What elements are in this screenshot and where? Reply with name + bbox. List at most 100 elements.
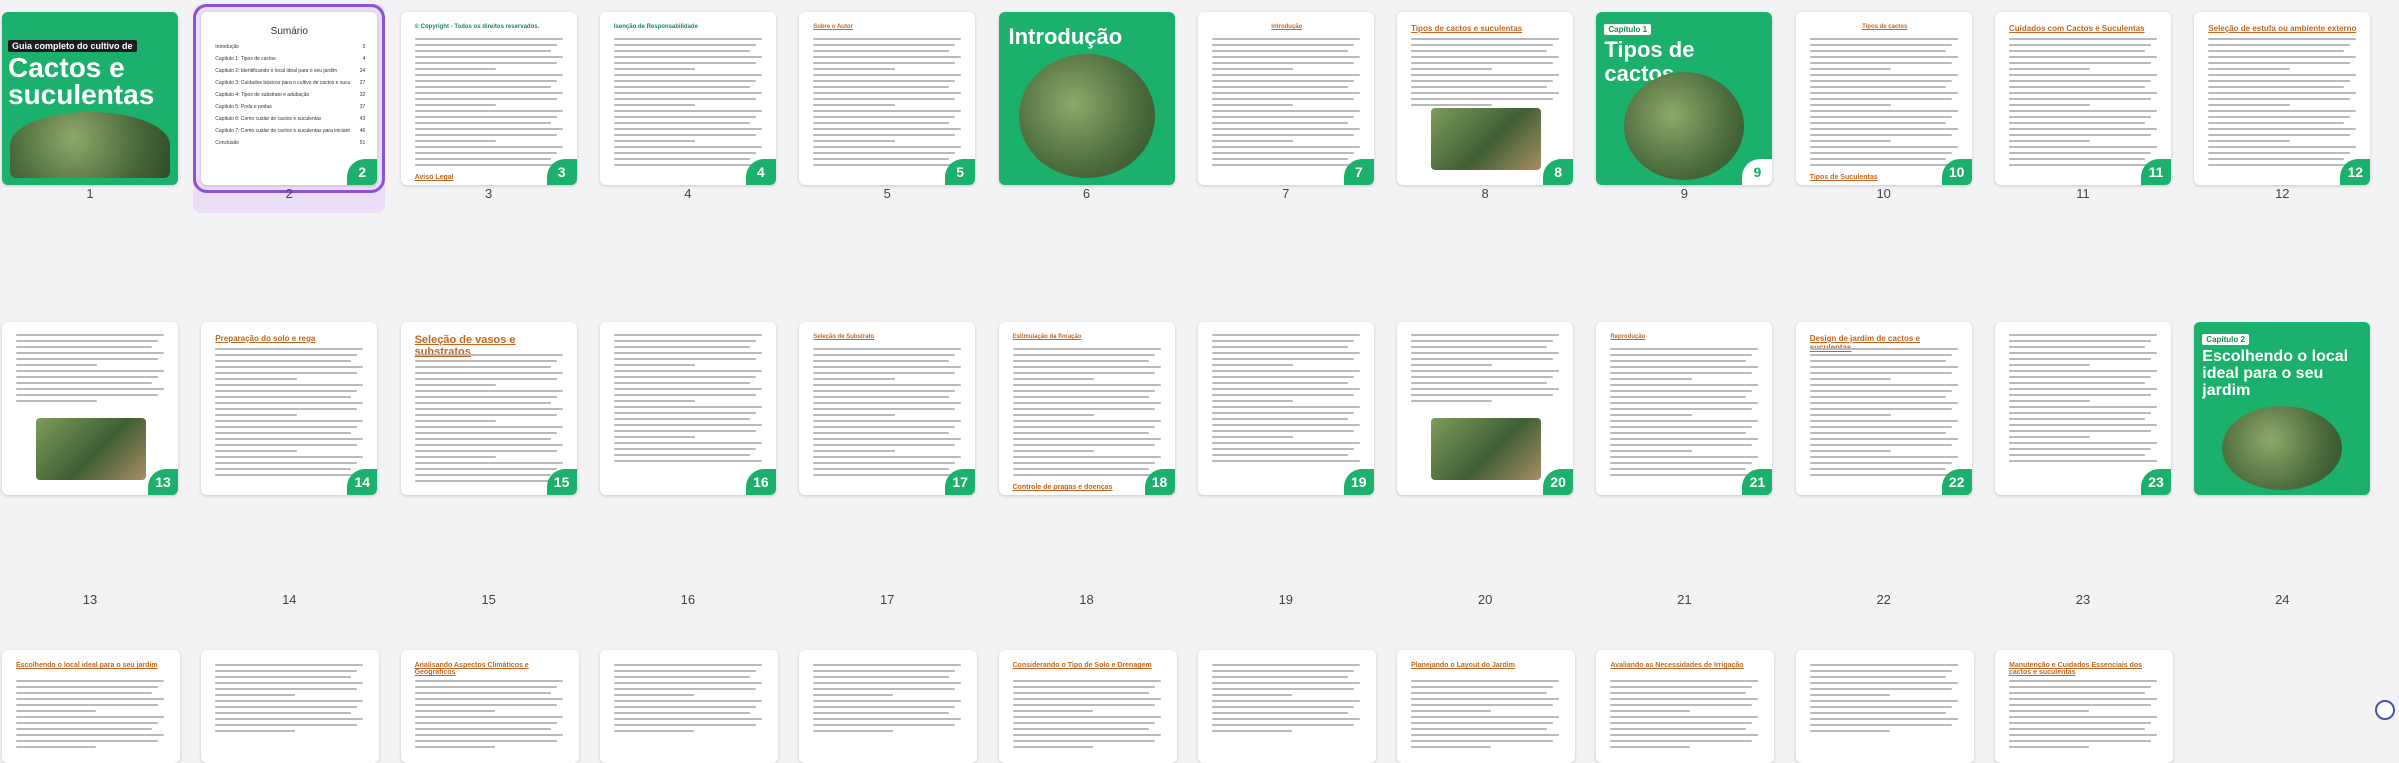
text-line [2009, 728, 2145, 730]
page-thumbnail[interactable]: Seleção de estufa ou ambiente externo 12 [2194, 12, 2371, 185]
page-thumbnail[interactable]: Manutenção e Cuidados Essenciais dos cac… [1995, 650, 2173, 763]
text-line [1211, 382, 1348, 384]
text-line [813, 420, 962, 422]
page-thumbnail[interactable]: Tipos de cactos Tipos de Suculentas 10 [1795, 12, 1972, 185]
page-thumbnail[interactable]: Planejando o Layout do Jardim [1397, 650, 1576, 763]
page-badge: 22 [1941, 469, 1972, 495]
page-thumbnail[interactable]: Capítulo 2 Escolhendo o local ideal para … [2194, 322, 2371, 495]
text-line [1809, 360, 1946, 362]
page-thumbnail[interactable]: Capítulo 1 Tipos de cactos 9 [1596, 12, 1773, 185]
toc-entry[interactable]: Capítulo 4: Tipos de substrato e adubaçã… [215, 92, 365, 98]
text-line [1411, 334, 1560, 336]
page-number: 11 [2076, 186, 2090, 201]
text-line [1012, 692, 1149, 694]
toc-entry[interactable]: Capítulo 5: Poda e podas 37 [215, 104, 365, 110]
text-line [414, 480, 563, 482]
text-line [1211, 418, 1348, 420]
text-line [813, 706, 956, 708]
text-line [1809, 74, 1958, 76]
page-thumbnail[interactable]: 16 [599, 322, 776, 495]
page-thumbnail[interactable]: Estimulação da floração Controle de praga… [998, 322, 1175, 495]
page-thumbnail[interactable]: 20 [1397, 322, 1574, 495]
text-line [2208, 152, 2351, 154]
text-line [1012, 414, 1094, 416]
page-thumbnail[interactable]: Escolhendo o local ideal para o seu jard… [2, 650, 180, 763]
text-line [1809, 98, 1952, 100]
page-photo [1431, 108, 1542, 170]
page-thumbnail[interactable]: Preparação do solo e rega 14 [201, 322, 378, 495]
text-line [414, 74, 563, 76]
thumbnail-grid: Guia completo do cultivo de Cactos e sucu… [0, 0, 2399, 763]
text-line [16, 734, 164, 736]
page-thumbnail[interactable] [599, 650, 778, 763]
page-thumbnail[interactable]: 23 [1995, 322, 2171, 495]
page-thumbnail[interactable]: Isenção de Responsabilidade 4 [599, 12, 776, 185]
toc-entry[interactable]: Conclusão 51 [215, 140, 365, 146]
page-thumbnail[interactable]: Seleção de Substrato 17 [799, 322, 976, 495]
text-line [1809, 408, 1952, 410]
text-line [414, 396, 557, 398]
page-thumbnail[interactable]: Cuidados com Cactos e Suculentas 11 [1995, 12, 2171, 185]
page-thumbnail[interactable]: Introdução [998, 12, 1175, 185]
text-line [2009, 424, 2157, 426]
text-line [215, 682, 364, 684]
text-line [414, 426, 563, 428]
page-thumbnail[interactable]: Introdução 7 [1197, 12, 1374, 185]
page-thumbnail[interactable]: Reprodução 21 [1596, 322, 1773, 495]
text-line [1809, 396, 1946, 398]
page-thumbnail[interactable] [1795, 650, 1974, 763]
text-line [414, 354, 563, 356]
page-number: 15 [481, 592, 496, 607]
page-thumbnail[interactable]: Sobre o Autor 5 [799, 12, 976, 185]
text-line [414, 698, 563, 700]
toc-entry[interactable]: Capítulo 2: Identificando o local ideal … [215, 68, 365, 74]
text-line [1211, 128, 1360, 130]
text-line [414, 710, 495, 712]
text-line [1411, 716, 1560, 718]
toc-entry[interactable]: Introdução 3 [215, 44, 365, 50]
text-line [1211, 712, 1348, 714]
text-line [16, 746, 96, 748]
page-thumbnail[interactable]: Guia completo do cultivo de Cactos e sucu… [2, 12, 178, 185]
app-logo-icon[interactable] [2375, 700, 2395, 720]
text-line [813, 468, 950, 470]
page-thumbnail[interactable]: Tipos de cactos e suculentas 8 [1397, 12, 1574, 185]
toc-entry[interactable]: Capítulo 7: Como cuidar de cactos e sucu… [215, 128, 365, 134]
chapter-chip: Capítulo 1 [1604, 24, 1652, 35]
text-line [2208, 146, 2357, 148]
text-line [813, 146, 962, 148]
page-thumbnail[interactable] [201, 650, 380, 763]
page-thumbnail[interactable] [799, 650, 978, 763]
page-thumbnail[interactable]: Analisando Aspectos Climáticos e Geográf… [400, 650, 579, 763]
page-thumbnail[interactable]: Seleção de vasos e substratos 15 [400, 322, 577, 495]
page-number: 14 [282, 592, 297, 607]
text-line [1411, 376, 1554, 378]
page-thumbnail[interactable]: Considerando o Tipo de Solo e Drenagem [998, 650, 1177, 763]
page-number: 7 [1282, 186, 1290, 201]
text-line [613, 50, 750, 52]
text-line [414, 152, 557, 154]
text-line [613, 718, 762, 720]
page-thumbnail[interactable] [1197, 650, 1376, 763]
text-line [613, 676, 750, 678]
page-thumbnail[interactable]: 19 [1197, 322, 1374, 495]
page-thumbnail[interactable]: 13 [2, 322, 178, 495]
text-line [215, 450, 297, 452]
text-line [215, 664, 364, 666]
text-line [2009, 406, 2157, 408]
text-line [215, 706, 358, 708]
page-thumbnail[interactable]: Sumário Introdução 3 Capítulo 1: Tipos de c… [193, 4, 386, 193]
text-line [1211, 140, 1294, 142]
text-line [1411, 400, 1493, 402]
page-number: 6 [1082, 186, 1091, 201]
text-line [414, 692, 551, 694]
text-line [1610, 378, 1692, 380]
toc-entry[interactable]: Capítulo 1: Tipos de cactos 4 [215, 56, 365, 62]
toc-entry[interactable]: Capítulo 6: Como cuidar de cactos e sucu… [215, 116, 365, 122]
text-line [215, 426, 358, 428]
text-line [1809, 38, 1958, 40]
toc-entry[interactable]: Capítulo 3: Cuidados básicos para o cult… [215, 80, 365, 86]
page-thumbnail[interactable]: Design de jardim de cactos e suculentas2… [1795, 322, 1972, 495]
page-thumbnail[interactable]: Avaliando as Necessidades de Irrigação [1596, 650, 1775, 763]
page-thumbnail[interactable]: © Copyright - Todos os direitos reservad… [400, 12, 577, 185]
